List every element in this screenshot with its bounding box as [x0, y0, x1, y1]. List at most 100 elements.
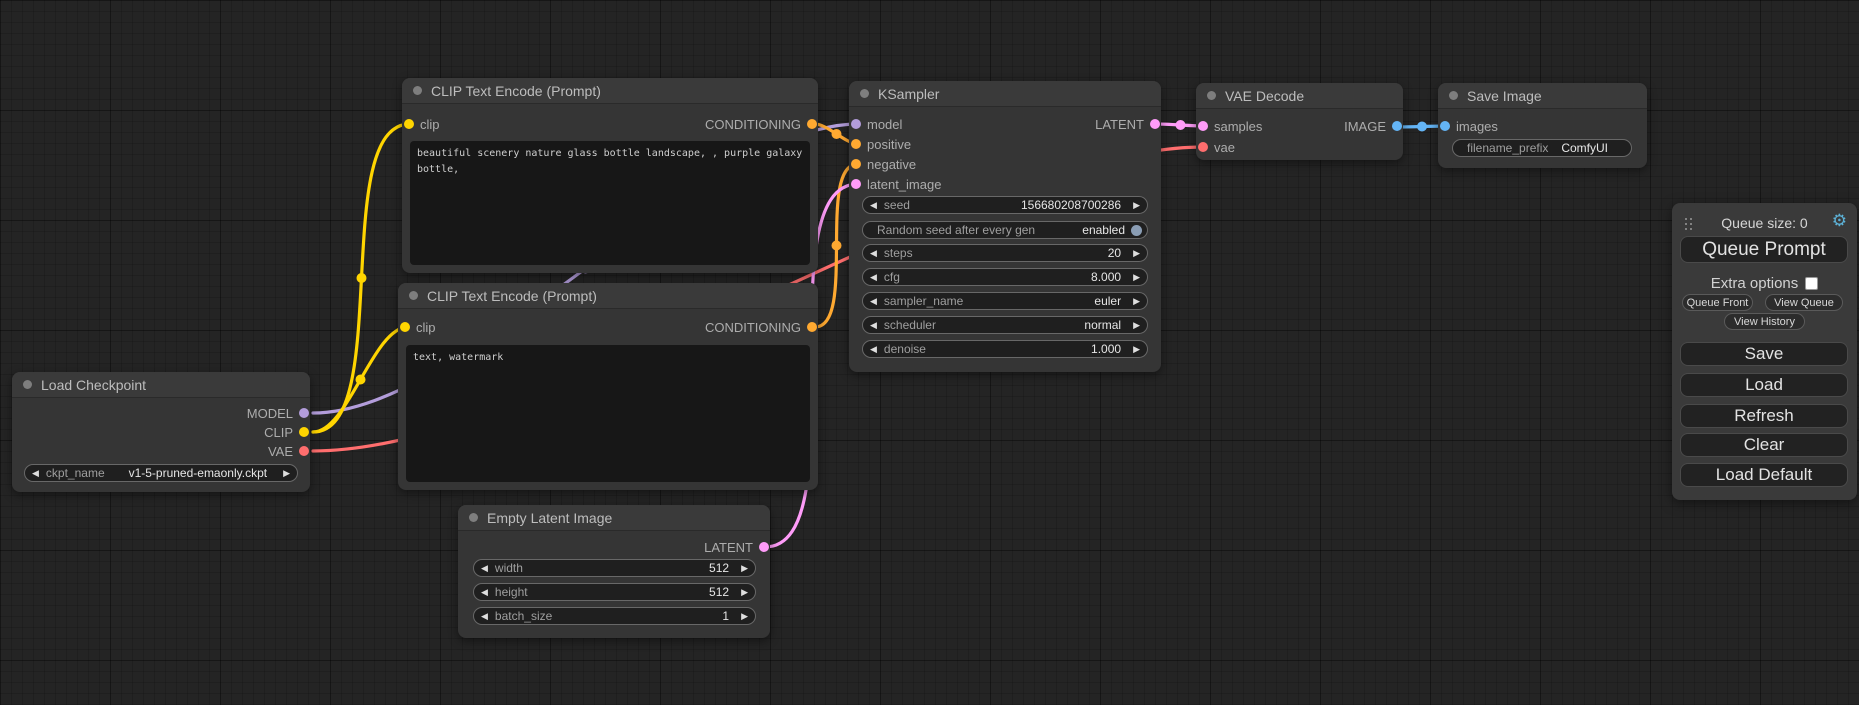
seed-widget[interactable]: ◀ seed 156680208700286 ▶	[862, 196, 1148, 214]
next-arrow-icon[interactable]: ▶	[1133, 201, 1140, 210]
prev-arrow-icon[interactable]: ◀	[870, 345, 877, 354]
node-collapse-dot[interactable]	[23, 380, 32, 389]
node-title-bar[interactable]: KSampler	[849, 81, 1161, 107]
next-arrow-icon[interactable]: ▶	[1133, 249, 1140, 258]
node-collapse-dot[interactable]	[860, 89, 869, 98]
load-default-button[interactable]: Load Default	[1680, 463, 1848, 487]
width-widget[interactable]: ◀ width 512 ▶	[473, 559, 756, 577]
node-collapse-dot[interactable]	[409, 291, 418, 300]
node-title-bar[interactable]: Empty Latent Image	[458, 505, 770, 531]
conditioning-port-dot[interactable]	[851, 159, 861, 169]
latent-port-dot[interactable]	[851, 179, 861, 189]
node-collapse-dot[interactable]	[413, 86, 422, 95]
output-slot-vae[interactable]: VAE	[268, 442, 309, 460]
save-button[interactable]: Save	[1680, 342, 1848, 366]
clip-port-dot[interactable]	[299, 427, 309, 437]
latent-port-dot[interactable]	[1198, 121, 1208, 131]
image-port-dot[interactable]	[1392, 121, 1402, 131]
prev-arrow-icon[interactable]: ◀	[870, 297, 877, 306]
model-port-dot[interactable]	[299, 408, 309, 418]
prev-arrow-icon[interactable]: ◀	[32, 469, 39, 478]
node-empty-latent-image[interactable]: Empty Latent Image LATENT ◀ width 512 ▶ …	[458, 505, 770, 638]
comfyui-canvas[interactable]: { "colors": { "model": "#B39DDB", "clip"…	[0, 0, 1859, 705]
node-title-bar[interactable]: CLIP Text Encode (Prompt)	[402, 78, 818, 104]
queue-front-button[interactable]: Queue Front	[1682, 294, 1753, 311]
input-slot-clip[interactable]: clip	[404, 115, 440, 133]
next-arrow-icon[interactable]: ▶	[741, 612, 748, 621]
prev-arrow-icon[interactable]: ◀	[870, 249, 877, 258]
next-arrow-icon[interactable]: ▶	[283, 469, 290, 478]
prev-arrow-icon[interactable]: ◀	[870, 201, 877, 210]
node-clip-text-encode-negative[interactable]: CLIP Text Encode (Prompt) clip CONDITION…	[398, 283, 818, 490]
input-slot-clip[interactable]: clip	[400, 318, 436, 336]
filename-prefix-widget[interactable]: filename_prefix ComfyUI	[1452, 139, 1632, 157]
output-slot-latent[interactable]: LATENT	[704, 538, 769, 556]
scheduler-widget[interactable]: ◀ scheduler normal ▶	[862, 316, 1148, 334]
conditioning-port-dot[interactable]	[807, 322, 817, 332]
prev-arrow-icon[interactable]: ◀	[870, 273, 877, 282]
vae-port-dot[interactable]	[1198, 142, 1208, 152]
output-slot-conditioning[interactable]: CONDITIONING	[705, 115, 817, 133]
output-slot-clip[interactable]: CLIP	[264, 423, 309, 441]
view-queue-button[interactable]: View Queue	[1765, 294, 1843, 311]
conditioning-port-dot[interactable]	[807, 119, 817, 129]
refresh-button[interactable]: Refresh	[1680, 404, 1848, 428]
prev-arrow-icon[interactable]: ◀	[481, 564, 488, 573]
input-slot-samples[interactable]: samples	[1198, 117, 1262, 135]
next-arrow-icon[interactable]: ▶	[1133, 273, 1140, 282]
vae-port-dot[interactable]	[299, 446, 309, 456]
cfg-widget[interactable]: ◀ cfg 8.000 ▶	[862, 268, 1148, 286]
positive-prompt-textarea[interactable]: beautiful scenery nature glass bottle la…	[410, 141, 810, 265]
input-slot-positive[interactable]: positive	[851, 135, 911, 153]
input-slot-latent-image[interactable]: latent_image	[851, 175, 941, 193]
negative-prompt-textarea[interactable]: text, watermark	[406, 345, 810, 482]
ckpt-name-widget[interactable]: ◀ ckpt_name v1-5-pruned-emaonly.ckpt ▶	[24, 464, 298, 482]
input-slot-negative[interactable]: negative	[851, 155, 916, 173]
sampler-name-widget[interactable]: ◀ sampler_name euler ▶	[862, 292, 1148, 310]
height-widget[interactable]: ◀ height 512 ▶	[473, 583, 756, 601]
node-load-checkpoint[interactable]: Load Checkpoint MODEL CLIP VAE ◀ ckpt_na…	[12, 372, 310, 492]
denoise-widget[interactable]: ◀ denoise 1.000 ▶	[862, 340, 1148, 358]
node-title-bar[interactable]: VAE Decode	[1196, 83, 1403, 109]
node-vae-decode[interactable]: VAE Decode samples vae IMAGE	[1196, 83, 1403, 160]
prev-arrow-icon[interactable]: ◀	[870, 321, 877, 330]
input-slot-vae[interactable]: vae	[1198, 138, 1235, 156]
input-slot-model[interactable]: model	[851, 115, 902, 133]
node-clip-text-encode-positive[interactable]: CLIP Text Encode (Prompt) clip CONDITION…	[402, 78, 818, 273]
prev-arrow-icon[interactable]: ◀	[481, 612, 488, 621]
batch-size-widget[interactable]: ◀ batch_size 1 ▶	[473, 607, 756, 625]
input-slot-images[interactable]: images	[1440, 117, 1498, 135]
next-arrow-icon[interactable]: ▶	[1133, 345, 1140, 354]
node-save-image[interactable]: Save Image images filename_prefix ComfyU…	[1438, 83, 1647, 168]
node-collapse-dot[interactable]	[469, 513, 478, 522]
output-slot-conditioning[interactable]: CONDITIONING	[705, 318, 817, 336]
node-collapse-dot[interactable]	[1449, 91, 1458, 100]
load-button[interactable]: Load	[1680, 373, 1848, 397]
clear-button[interactable]: Clear	[1680, 433, 1848, 457]
output-slot-model[interactable]: MODEL	[247, 404, 309, 422]
view-history-button[interactable]: View History	[1724, 313, 1805, 330]
output-slot-latent[interactable]: LATENT	[1095, 115, 1160, 133]
node-title-bar[interactable]: Load Checkpoint	[12, 372, 310, 398]
prev-arrow-icon[interactable]: ◀	[481, 588, 488, 597]
next-arrow-icon[interactable]: ▶	[741, 588, 748, 597]
latent-port-dot[interactable]	[759, 542, 769, 552]
next-arrow-icon[interactable]: ▶	[1133, 321, 1140, 330]
clip-port-dot[interactable]	[400, 322, 410, 332]
next-arrow-icon[interactable]: ▶	[1133, 297, 1140, 306]
node-ksampler[interactable]: KSampler model positive negative latent_…	[849, 81, 1161, 372]
image-port-dot[interactable]	[1440, 121, 1450, 131]
latent-port-dot[interactable]	[1150, 119, 1160, 129]
extra-options-checkbox[interactable]	[1805, 277, 1818, 290]
model-port-dot[interactable]	[851, 119, 861, 129]
conditioning-port-dot[interactable]	[851, 139, 861, 149]
next-arrow-icon[interactable]: ▶	[741, 564, 748, 573]
queue-prompt-button[interactable]: Queue Prompt	[1680, 236, 1848, 263]
random-seed-toggle-widget[interactable]: Random seed after every gen enabled	[862, 221, 1148, 239]
output-slot-image[interactable]: IMAGE	[1344, 117, 1402, 135]
node-collapse-dot[interactable]	[1207, 91, 1216, 100]
node-title-bar[interactable]: Save Image	[1438, 83, 1647, 109]
toggle-dot[interactable]	[1131, 225, 1142, 236]
clip-port-dot[interactable]	[404, 119, 414, 129]
node-title-bar[interactable]: CLIP Text Encode (Prompt)	[398, 283, 818, 309]
